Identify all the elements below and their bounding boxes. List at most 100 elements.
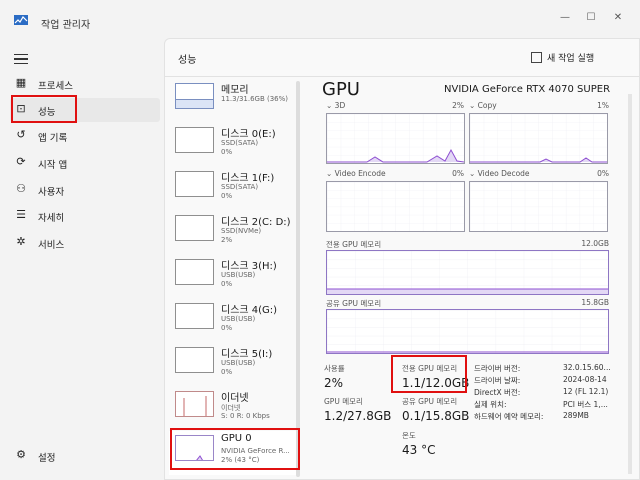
device-sub: USB(USB) [221, 271, 256, 279]
device-sub: SSD(NVMe) [221, 227, 262, 235]
device-usage: 0% [221, 368, 233, 376]
window-title: 작업 관리자 [41, 20, 91, 31]
detail-scrollbar[interactable] [628, 94, 632, 474]
device-list: 메모리 11.3/31.6GB (36%) 디스크 0(E:) SSD(SATA… [169, 79, 303, 479]
dedicated-graph-label: 전용 GPU 메모리 [326, 240, 382, 249]
shared-memory-graph [326, 309, 609, 354]
services-icon: ✲ [16, 235, 26, 248]
content-pane: 성능 새 작업 실행 메모리 11.3/31.6GB (36%) 디스크 0(E… [164, 38, 640, 480]
details-icon: ☰ [16, 208, 26, 221]
shared-value: 0.1/15.8GB [402, 409, 470, 423]
device-item-disk-0[interactable]: 디스크 0(E:) SSD(SATA) 0% [169, 123, 299, 167]
device-name: 디스크 3(H:) [221, 261, 277, 272]
device-name: 디스크 1(F:) [221, 173, 275, 184]
engine-pct-video-decode: 0% [597, 169, 609, 178]
history-icon: ↺ [16, 128, 26, 141]
device-item-disk-4[interactable]: 디스크 4(G:) USB(USB) 0% [169, 299, 299, 343]
disk-thumbnail [175, 215, 214, 241]
engine-graph-copy [469, 113, 608, 164]
device-usage: 0% [221, 192, 233, 200]
sidebar-item-label: 사용자 [38, 187, 65, 198]
sidebar-item-services[interactable]: ✲ 서비스 [10, 231, 160, 255]
sidebar-item-settings[interactable]: ⚙ 설정 [10, 444, 160, 468]
sidebar-item-startup-apps[interactable]: ⟳ 시작 앱 [10, 151, 160, 175]
info-value: 289MB [563, 411, 589, 420]
info-key: DirectX 버전: [474, 388, 521, 397]
engine-label-3d[interactable]: ⌄ 3D [326, 101, 345, 110]
divider [165, 76, 640, 77]
device-name: 디스크 2(C: D:) [221, 217, 291, 228]
info-key: 실제 위치: [474, 400, 507, 409]
info-key: 드라이버 버전: [474, 364, 521, 373]
device-name: 디스크 4(G:) [221, 305, 278, 316]
sidebar-item-app-history[interactable]: ↺ 앱 기록 [10, 124, 160, 148]
close-button[interactable]: ✕ [607, 10, 629, 26]
sidebar-item-label: 자세히 [38, 213, 65, 224]
dedicated-memory-graph [326, 250, 609, 295]
engine-sparkline-copy [470, 114, 607, 163]
info-key: 하드웨어 예약 메모리: [474, 412, 544, 421]
device-name: 메모리 [221, 85, 249, 96]
info-value: 2024-08-14 [563, 375, 607, 384]
engine-graph-video-decode [469, 181, 608, 232]
page-title: 성능 [178, 55, 197, 66]
hamburger-menu-icon[interactable] [14, 54, 28, 65]
gpu-model: NVIDIA GeForce RTX 4070 SUPER [444, 84, 611, 95]
engine-pct-video-encode: 0% [452, 169, 464, 178]
title-bar: 작업 관리자 — ☐ ✕ [0, 0, 640, 38]
sidebar-item-label: 설정 [38, 453, 56, 464]
engine-graph-3d [326, 113, 465, 164]
engine-label-video-decode[interactable]: ⌄ Video Decode [469, 169, 530, 178]
device-usage: 2% [221, 236, 233, 244]
maximize-button[interactable]: ☐ [580, 10, 602, 26]
shared-graph-max: 15.8GB [581, 298, 609, 307]
highlight-dedicated-memory [391, 355, 467, 393]
device-usage: 0% [221, 148, 233, 156]
users-icon: ⚇ [16, 182, 26, 195]
sidebar-item-users[interactable]: ⚇ 사용자 [10, 178, 160, 202]
dedicated-memory-fill [327, 251, 608, 294]
device-list-scrollbar[interactable] [296, 81, 300, 477]
disk-thumbnail [175, 347, 214, 373]
ethernet-thumbnail [175, 391, 214, 417]
disk-thumbnail [175, 259, 214, 285]
engine-grid-video-encode [327, 182, 464, 231]
device-usage: 0% [221, 280, 233, 288]
engine-pct-3d: 2% [452, 101, 464, 110]
device-name: 이더넷 [221, 393, 249, 404]
sidebar-item-details[interactable]: ☰ 자세히 [10, 204, 160, 228]
sidebar-item-processes[interactable]: ▦ 프로세스 [10, 72, 160, 96]
device-name: 디스크 5(I:) [221, 349, 273, 360]
usage-value: 2% [324, 376, 344, 390]
device-usage: S: 0 R: 0 Kbps [221, 412, 270, 420]
highlight-performance [11, 95, 77, 123]
engine-pct-copy: 1% [597, 101, 609, 110]
info-key: 드라이버 날짜: [474, 376, 521, 385]
device-item-memory[interactable]: 메모리 11.3/31.6GB (36%) [169, 79, 299, 123]
new-task-icon [531, 52, 542, 63]
dedicated-graph-max: 12.0GB [581, 239, 609, 248]
gpu-title: GPU [322, 79, 360, 100]
sidebar-item-label: 서비스 [38, 240, 65, 251]
device-usage: 0% [221, 324, 233, 332]
device-item-disk-5[interactable]: 디스크 5(I:) USB(USB) 0% [169, 343, 299, 387]
engine-label-copy[interactable]: ⌄ Copy [469, 101, 497, 110]
new-task-button[interactable]: 새 작업 실행 [531, 51, 594, 64]
minimize-button[interactable]: — [554, 10, 576, 26]
startup-icon: ⟳ [16, 155, 26, 168]
gpu-detail: GPU NVIDIA GeForce RTX 4070 SUPER ⌄ 3D 2… [322, 79, 622, 479]
device-name: 디스크 0(E:) [221, 129, 276, 140]
ethernet-sparkline [183, 396, 207, 416]
sidebar-item-label: 시작 앱 [38, 160, 68, 171]
device-item-disk-1[interactable]: 디스크 1(F:) SSD(SATA) 0% [169, 167, 299, 211]
device-sub: SSD(SATA) [221, 183, 259, 191]
device-item-disk-3[interactable]: 디스크 3(H:) USB(USB) 0% [169, 255, 299, 299]
disk-thumbnail [175, 127, 214, 153]
memory-thumbnail [175, 83, 214, 109]
engine-label-video-encode[interactable]: ⌄ Video Encode [326, 169, 386, 178]
device-sub: 11.3/31.6GB (36%) [221, 95, 289, 103]
shared-graph-label: 공유 GPU 메모리 [326, 299, 382, 308]
device-item-ethernet[interactable]: 이더넷 이더넷 S: 0 R: 0 Kbps [169, 387, 299, 431]
shared-label: 공유 GPU 메모리 [402, 397, 458, 406]
device-item-disk-2[interactable]: 디스크 2(C: D:) SSD(NVMe) 2% [169, 211, 299, 255]
